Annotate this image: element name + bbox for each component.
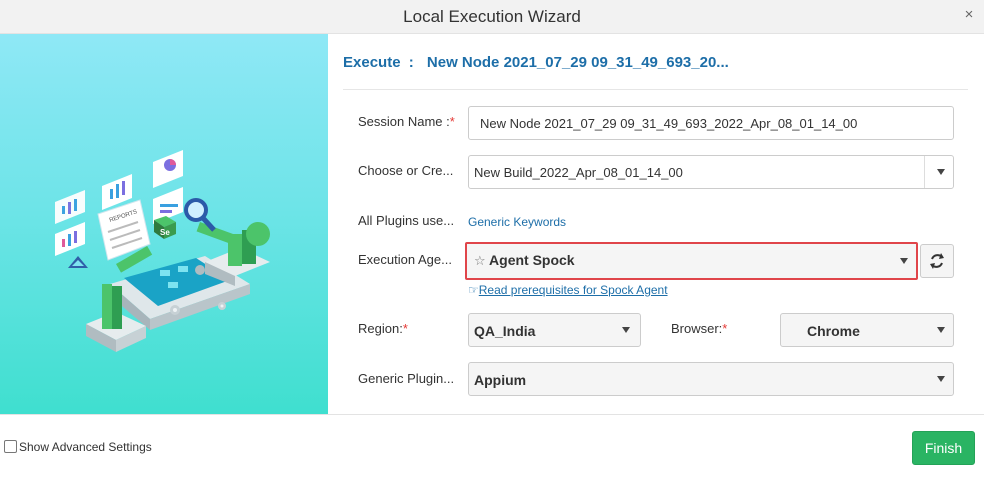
- show-advanced-label: Show Advanced Settings: [19, 440, 152, 454]
- execute-node-name: New Node 2021_07_29 09_31_49_693_20...: [426, 54, 729, 71]
- browser-value: Chrome: [807, 323, 860, 339]
- refresh-icon: [930, 253, 944, 269]
- prerequisites-link[interactable]: ☞Read prerequisites for Spock Agent: [468, 283, 668, 297]
- chart-card-icon: [55, 190, 85, 224]
- region-value: QA_India: [474, 323, 536, 339]
- build-label: Choose or Cre...: [358, 163, 454, 178]
- browser-select[interactable]: Chrome: [780, 313, 954, 347]
- prerequisites-link-text: Read prerequisites for Spock Agent: [478, 283, 668, 297]
- pie-card-icon: [153, 150, 183, 188]
- brand-logo-icon: [68, 256, 88, 268]
- chevron-down-icon: [937, 376, 945, 382]
- execution-agent-select[interactable]: ☆ Agent Spock: [465, 242, 918, 280]
- execute-label: Execute: [343, 54, 401, 71]
- svg-text:Se: Se: [160, 228, 170, 237]
- region-select[interactable]: QA_India: [468, 313, 641, 347]
- execution-agent-value: ☆ Agent Spock: [474, 252, 575, 269]
- finish-button[interactable]: Finish: [912, 431, 975, 465]
- session-name-label-text: Session Name :: [358, 114, 450, 129]
- dialog-footer: Show Advanced Settings Finish: [0, 414, 984, 478]
- chart-card-icon: [55, 222, 85, 256]
- header-divider: [343, 89, 968, 90]
- generic-plugin-value: Appium: [474, 372, 527, 388]
- execute-heading: Execute : New Node 2021_07_29 09_31_49_6…: [343, 54, 729, 71]
- chevron-down-icon: [622, 327, 630, 333]
- browser-label-text: Browser:: [671, 321, 723, 336]
- chevron-down-icon: [900, 258, 908, 264]
- build-select[interactable]: New Build_2022_Apr_08_01_14_00: [468, 155, 954, 189]
- select-divider: [924, 156, 925, 188]
- close-icon[interactable]: ×: [962, 7, 976, 23]
- execution-agent-text: Agent Spock: [489, 252, 575, 268]
- wizard-content: Execute : New Node 2021_07_29 09_31_49_6…: [328, 34, 984, 414]
- execute-separator: :: [408, 54, 414, 71]
- session-name-input[interactable]: New Node 2021_07_29 09_31_49_693_2022_Ap…: [468, 106, 954, 140]
- star-icon: ☆: [474, 253, 486, 268]
- required-mark: *: [449, 114, 455, 129]
- refresh-agents-button[interactable]: [920, 244, 954, 278]
- generic-keywords-link[interactable]: Generic Keywords: [468, 215, 566, 229]
- session-name-label: Session Name :*: [358, 114, 455, 129]
- build-value: New Build_2022_Apr_08_01_14_00: [474, 165, 683, 180]
- dialog-title: Local Execution Wizard: [403, 7, 581, 26]
- chevron-down-icon: [937, 327, 945, 333]
- show-advanced-settings[interactable]: Show Advanced Settings: [4, 440, 152, 454]
- generic-plugin-select[interactable]: Appium: [468, 362, 954, 396]
- execution-agent-label: Execution Age...: [358, 252, 452, 267]
- required-mark: *: [402, 321, 408, 336]
- illustration-panel: REPORTS Se: [0, 34, 328, 414]
- generic-plugin-label: Generic Plugin...: [358, 371, 455, 386]
- selenium-cube-icon: Se: [154, 216, 176, 239]
- chevron-down-icon: [937, 169, 945, 175]
- pointing-hand-icon: ☞: [468, 283, 479, 297]
- region-label: Region:*: [358, 321, 408, 336]
- session-name-value: New Node 2021_07_29 09_31_49_693_2022_Ap…: [480, 116, 858, 131]
- required-mark: *: [722, 321, 728, 336]
- browser-label: Browser:*: [671, 321, 727, 336]
- automation-illustration: REPORTS Se: [55, 150, 270, 352]
- checkbox-icon[interactable]: [4, 440, 17, 453]
- dialog-titlebar: Local Execution Wizard ×: [0, 0, 984, 34]
- region-label-text: Region:: [358, 321, 403, 336]
- plugins-label: All Plugins use...: [358, 213, 455, 228]
